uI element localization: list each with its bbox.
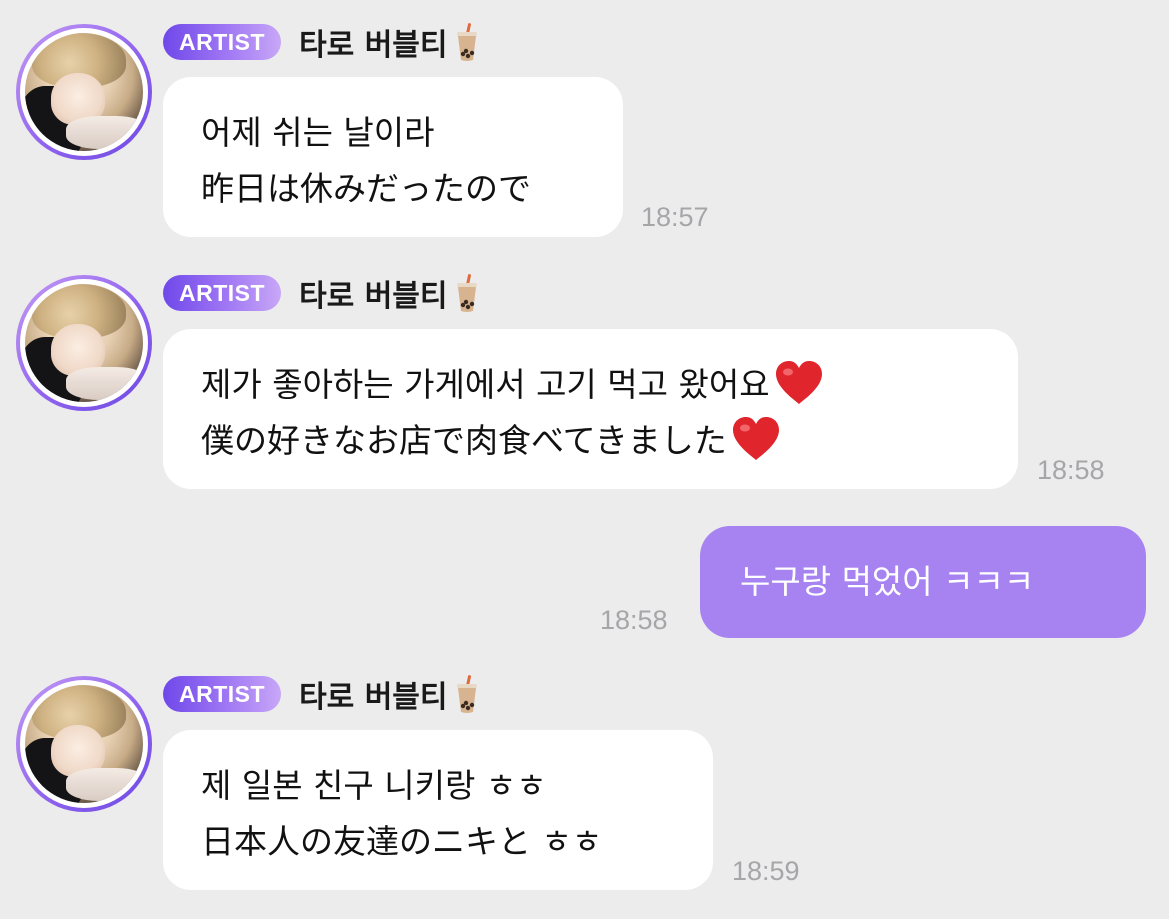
message-line: 僕の好きなお店で肉食べてきました [201, 421, 727, 460]
message-time: 18:57 [641, 202, 709, 232]
message-time: 18:59 [732, 856, 800, 886]
sender-name[interactable]: 타로 버블티 [299, 672, 447, 716]
message-line: 누구랑 먹었어 ㅋㅋㅋ [740, 562, 1035, 601]
message-line-row: 僕の好きなお店で肉食べてきました [201, 413, 998, 469]
bubble-tea-icon [454, 22, 480, 62]
artist-badge: ARTIST [163, 275, 282, 311]
chat-thread: ARTIST 타로 버블티 어제 쉬는 날이라 昨日は休みだったので 18:57 [0, 0, 1169, 919]
avatar-ring [20, 279, 148, 407]
message-bubble[interactable]: 제가 좋아하는 가게에서 고기 먹고 왔어요 僕の好きなお店で肉食べてきました [163, 329, 1018, 489]
sender-name[interactable]: 타로 버블티 [299, 271, 447, 315]
artist-badge: ARTIST [163, 676, 282, 712]
red-heart-icon [732, 416, 779, 460]
artist-avatar[interactable] [16, 24, 152, 160]
message-line-row: 제가 좋아하는 가게에서 고기 먹고 왔어요 [201, 357, 998, 413]
artist-badge: ARTIST [163, 24, 282, 60]
sender-row: ARTIST 타로 버블티 [163, 271, 480, 315]
avatar-ring [20, 28, 148, 156]
sender-name[interactable]: 타로 버블티 [299, 20, 447, 64]
avatar-ring [20, 680, 148, 808]
message-bubble[interactable]: 제 일본 친구 니키랑 ㅎㅎ 日本人の友達のニキと ㅎㅎ [163, 730, 713, 890]
avatar-photo [25, 33, 143, 151]
message-line: 제 일본 친구 니키랑 ㅎㅎ [201, 766, 547, 805]
message-line: 昨日は休みだったので [201, 169, 531, 208]
sender-row: ARTIST 타로 버블티 [163, 672, 480, 716]
message-time: 18:58 [1037, 455, 1105, 485]
message-line: 제가 좋아하는 가게에서 고기 먹고 왔어요 [201, 365, 770, 404]
message-line: 日本人の友達のニキと ㅎㅎ [201, 822, 603, 861]
artist-avatar[interactable] [16, 275, 152, 411]
avatar-photo [25, 685, 143, 803]
artist-avatar[interactable] [16, 676, 152, 812]
bubble-tea-icon [454, 273, 480, 313]
my-message-bubble[interactable]: 누구랑 먹었어 ㅋㅋㅋ [700, 526, 1146, 638]
message-line: 어제 쉬는 날이라 [201, 113, 435, 152]
red-heart-icon [775, 360, 822, 404]
message-time: 18:58 [600, 605, 668, 635]
message-bubble[interactable]: 어제 쉬는 날이라 昨日は休みだったので [163, 77, 623, 237]
sender-row: ARTIST 타로 버블티 [163, 20, 480, 64]
avatar-photo [25, 284, 143, 402]
bubble-tea-icon [454, 674, 480, 714]
